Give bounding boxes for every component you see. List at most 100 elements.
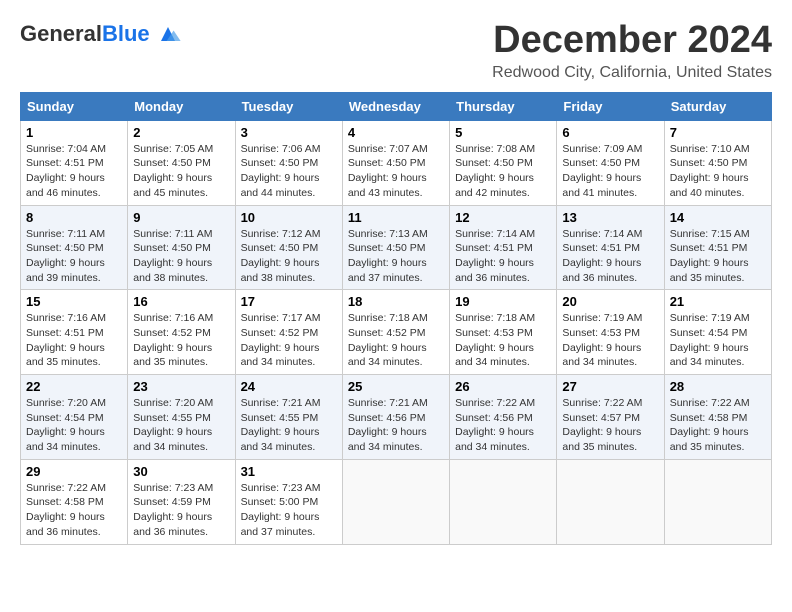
day-number: 23 [133, 379, 229, 394]
day-info: Sunrise: 7:07 AMSunset: 4:50 PMDaylight:… [348, 142, 444, 201]
title-area: December 2024 Redwood City, California, … [492, 20, 772, 82]
day-number: 5 [455, 125, 551, 140]
day-number: 3 [241, 125, 337, 140]
calendar-cell: 5Sunrise: 7:08 AMSunset: 4:50 PMDaylight… [450, 120, 557, 205]
calendar-cell: 24Sunrise: 7:21 AMSunset: 4:55 PMDayligh… [235, 375, 342, 460]
calendar-body: 1 Sunrise: 7:04 AMSunset: 4:51 PMDaylight… [21, 120, 772, 544]
calendar-cell [664, 459, 771, 544]
day-info: Sunrise: 7:19 AMSunset: 4:54 PMDaylight:… [670, 311, 766, 370]
calendar-cell: 28 Sunrise: 7:22 AMSunset: 4:58 PMDayligh… [664, 375, 771, 460]
calendar-cell: 9Sunrise: 7:11 AMSunset: 4:50 PMDaylight… [128, 205, 235, 290]
day-number: 22 [26, 379, 122, 394]
day-number: 12 [455, 210, 551, 225]
header: GeneralBlue December 2024 Redwood City, … [20, 20, 772, 82]
day-number: 24 [241, 379, 337, 394]
day-number: 17 [241, 294, 337, 309]
calendar-cell: 14 Sunrise: 7:15 AMSunset: 4:51 PMDayligh… [664, 205, 771, 290]
location-subtitle: Redwood City, California, United States [492, 64, 772, 82]
calendar-cell: 21Sunrise: 7:19 AMSunset: 4:54 PMDayligh… [664, 290, 771, 375]
day-number: 4 [348, 125, 444, 140]
calendar-cell: 10 Sunrise: 7:12 AMSunset: 4:50 PMDayligh… [235, 205, 342, 290]
day-info: Sunrise: 7:13 AMSunset: 4:50 PMDaylight:… [348, 227, 444, 286]
calendar-cell: 25 Sunrise: 7:21 AMSunset: 4:56 PMDayligh… [342, 375, 449, 460]
calendar-week-row: 8 Sunrise: 7:11 AMSunset: 4:50 PMDaylight… [21, 205, 772, 290]
calendar-week-row: 1 Sunrise: 7:04 AMSunset: 4:51 PMDaylight… [21, 120, 772, 205]
day-info: Sunrise: 7:10 AMSunset: 4:50 PMDaylight:… [670, 142, 766, 201]
day-info: Sunrise: 7:23 AMSunset: 4:59 PMDaylight:… [133, 481, 229, 540]
day-number: 13 [562, 210, 658, 225]
calendar-cell: 22 Sunrise: 7:20 AMSunset: 4:54 PMDayligh… [21, 375, 128, 460]
calendar-week-row: 29 Sunrise: 7:22 AMSunset: 4:58 PMDayligh… [21, 459, 772, 544]
day-info: Sunrise: 7:04 AMSunset: 4:51 PMDaylight:… [26, 142, 122, 201]
day-number: 6 [562, 125, 658, 140]
day-info: Sunrise: 7:22 AMSunset: 4:57 PMDaylight:… [562, 396, 658, 455]
calendar-cell: 16 Sunrise: 7:16 AMSunset: 4:52 PMDayligh… [128, 290, 235, 375]
day-info: Sunrise: 7:06 AMSunset: 4:50 PMDaylight:… [241, 142, 337, 201]
logo-general-text: GeneralBlue [20, 21, 150, 47]
day-number: 26 [455, 379, 551, 394]
day-info: Sunrise: 7:15 AMSunset: 4:51 PMDaylight:… [670, 227, 766, 286]
calendar-cell: 12 Sunrise: 7:14 AMSunset: 4:51 PMDayligh… [450, 205, 557, 290]
logo-blue: Blue [102, 21, 150, 46]
calendar-week-row: 15Sunrise: 7:16 AMSunset: 4:51 PMDayligh… [21, 290, 772, 375]
day-info: Sunrise: 7:20 AMSunset: 4:54 PMDaylight:… [26, 396, 122, 455]
day-number: 8 [26, 210, 122, 225]
month-title: December 2024 [492, 20, 772, 62]
day-number: 27 [562, 379, 658, 394]
day-number: 19 [455, 294, 551, 309]
day-number: 2 [133, 125, 229, 140]
day-of-week-header: Sunday [21, 92, 128, 120]
calendar-cell: 7 Sunrise: 7:10 AMSunset: 4:50 PMDaylight… [664, 120, 771, 205]
day-of-week-header: Saturday [664, 92, 771, 120]
day-number: 7 [670, 125, 766, 140]
day-info: Sunrise: 7:17 AMSunset: 4:52 PMDaylight:… [241, 311, 337, 370]
day-number: 14 [670, 210, 766, 225]
calendar-cell: 11 Sunrise: 7:13 AMSunset: 4:50 PMDayligh… [342, 205, 449, 290]
day-info: Sunrise: 7:16 AMSunset: 4:51 PMDaylight:… [26, 311, 122, 370]
day-info: Sunrise: 7:18 AMSunset: 4:52 PMDaylight:… [348, 311, 444, 370]
day-info: Sunrise: 7:19 AMSunset: 4:53 PMDaylight:… [562, 311, 658, 370]
day-number: 25 [348, 379, 444, 394]
logo-general: General [20, 21, 102, 46]
calendar-table: SundayMondayTuesdayWednesdayThursdayFrid… [20, 92, 772, 545]
calendar-cell: 27 Sunrise: 7:22 AMSunset: 4:57 PMDayligh… [557, 375, 664, 460]
calendar-cell: 2Sunrise: 7:05 AMSunset: 4:50 PMDaylight… [128, 120, 235, 205]
day-info: Sunrise: 7:14 AMSunset: 4:51 PMDaylight:… [562, 227, 658, 286]
calendar-cell [342, 459, 449, 544]
calendar-header: SundayMondayTuesdayWednesdayThursdayFrid… [21, 92, 772, 120]
day-number: 31 [241, 464, 337, 479]
day-info: Sunrise: 7:12 AMSunset: 4:50 PMDaylight:… [241, 227, 337, 286]
calendar-cell: 13 Sunrise: 7:14 AMSunset: 4:51 PMDayligh… [557, 205, 664, 290]
day-number: 29 [26, 464, 122, 479]
calendar-cell: 31 Sunrise: 7:23 AMSunset: 5:00 PMDayligh… [235, 459, 342, 544]
day-number: 11 [348, 210, 444, 225]
day-info: Sunrise: 7:11 AMSunset: 4:50 PMDaylight:… [133, 227, 229, 286]
day-number: 28 [670, 379, 766, 394]
calendar-cell: 30Sunrise: 7:23 AMSunset: 4:59 PMDayligh… [128, 459, 235, 544]
calendar-cell: 1 Sunrise: 7:04 AMSunset: 4:51 PMDaylight… [21, 120, 128, 205]
day-info: Sunrise: 7:23 AMSunset: 5:00 PMDaylight:… [241, 481, 337, 540]
day-of-week-header: Thursday [450, 92, 557, 120]
calendar-cell [450, 459, 557, 544]
calendar-cell: 4 Sunrise: 7:07 AMSunset: 4:50 PMDaylight… [342, 120, 449, 205]
calendar-cell: 15Sunrise: 7:16 AMSunset: 4:51 PMDayligh… [21, 290, 128, 375]
day-info: Sunrise: 7:18 AMSunset: 4:53 PMDaylight:… [455, 311, 551, 370]
day-info: Sunrise: 7:14 AMSunset: 4:51 PMDaylight:… [455, 227, 551, 286]
calendar-cell: 17 Sunrise: 7:17 AMSunset: 4:52 PMDayligh… [235, 290, 342, 375]
calendar-cell: 6 Sunrise: 7:09 AMSunset: 4:50 PMDaylight… [557, 120, 664, 205]
day-number: 18 [348, 294, 444, 309]
calendar-cell: 29 Sunrise: 7:22 AMSunset: 4:58 PMDayligh… [21, 459, 128, 544]
day-number: 16 [133, 294, 229, 309]
day-info: Sunrise: 7:22 AMSunset: 4:58 PMDaylight:… [670, 396, 766, 455]
day-number: 1 [26, 125, 122, 140]
day-of-week-header: Friday [557, 92, 664, 120]
header-row: SundayMondayTuesdayWednesdayThursdayFrid… [21, 92, 772, 120]
day-of-week-header: Wednesday [342, 92, 449, 120]
day-info: Sunrise: 7:16 AMSunset: 4:52 PMDaylight:… [133, 311, 229, 370]
day-info: Sunrise: 7:22 AMSunset: 4:58 PMDaylight:… [26, 481, 122, 540]
page-container: GeneralBlue December 2024 Redwood City, … [20, 20, 772, 545]
day-info: Sunrise: 7:21 AMSunset: 4:56 PMDaylight:… [348, 396, 444, 455]
day-info: Sunrise: 7:09 AMSunset: 4:50 PMDaylight:… [562, 142, 658, 201]
day-number: 10 [241, 210, 337, 225]
day-info: Sunrise: 7:11 AMSunset: 4:50 PMDaylight:… [26, 227, 122, 286]
